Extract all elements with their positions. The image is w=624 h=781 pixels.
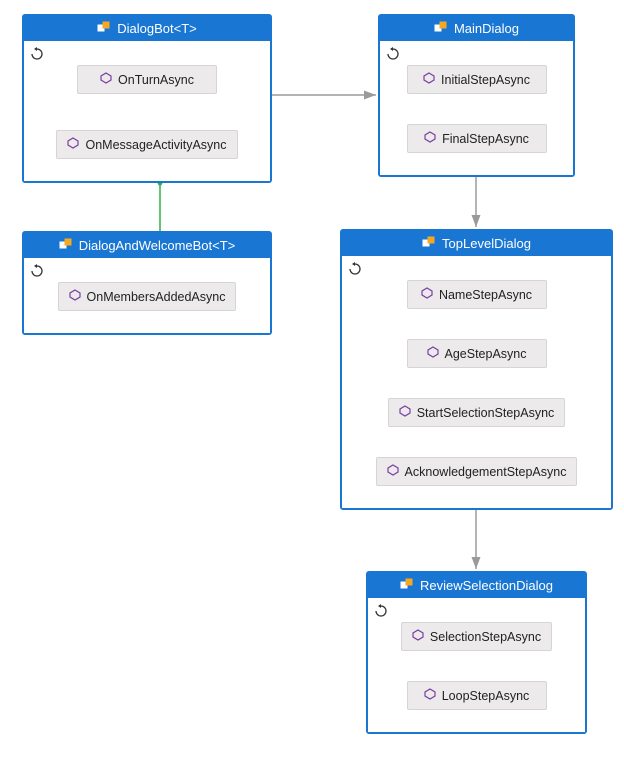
method-label: FinalStepAsync (442, 132, 529, 146)
node-header: TopLevelDialog (342, 231, 611, 256)
node-main-dialog[interactable]: MainDialog InitialStepAsync FinalStepAsy… (378, 14, 575, 177)
class-icon (434, 20, 448, 37)
node-header: MainDialog (380, 16, 573, 41)
method-item[interactable]: LoopStepAsync (407, 681, 547, 710)
node-review-selection-dialog[interactable]: ReviewSelectionDialog SelectionStepAsync… (366, 571, 587, 734)
node-body: InitialStepAsync FinalStepAsync (380, 41, 573, 175)
node-title: ReviewSelectionDialog (420, 578, 553, 593)
method-icon (427, 346, 439, 361)
method-label: LoopStepAsync (442, 689, 530, 703)
refresh-icon (30, 264, 44, 281)
class-icon (97, 20, 111, 37)
method-label: OnMembersAddedAsync (87, 290, 226, 304)
method-item[interactable]: StartSelectionStepAsync (388, 398, 566, 427)
method-item[interactable]: FinalStepAsync (407, 124, 547, 153)
method-label: NameStepAsync (439, 288, 532, 302)
method-label: InitialStepAsync (441, 73, 530, 87)
refresh-icon (386, 47, 400, 64)
node-title: DialogAndWelcomeBot<T> (79, 238, 236, 253)
method-item[interactable]: SelectionStepAsync (401, 622, 552, 651)
method-icon (424, 131, 436, 146)
method-icon (399, 405, 411, 420)
method-icon (69, 289, 81, 304)
class-icon (422, 235, 436, 252)
node-header: DialogBot<T> (24, 16, 270, 41)
node-body: OnMembersAddedAsync (24, 258, 270, 333)
method-icon (423, 72, 435, 87)
method-item[interactable]: AgeStepAsync (407, 339, 547, 368)
node-body: OnTurnAsync OnMessageActivityAsync (24, 41, 270, 181)
method-icon (387, 464, 399, 479)
method-icon (424, 688, 436, 703)
node-title: TopLevelDialog (442, 236, 531, 251)
method-item[interactable]: OnMessageActivityAsync (56, 130, 237, 159)
method-label: SelectionStepAsync (430, 630, 541, 644)
node-title: MainDialog (454, 21, 519, 36)
refresh-icon (348, 262, 362, 279)
method-item[interactable]: NameStepAsync (407, 280, 547, 309)
node-title: DialogBot<T> (117, 21, 197, 36)
class-icon (59, 237, 73, 254)
method-item[interactable]: OnMembersAddedAsync (58, 282, 237, 311)
method-item[interactable]: AcknowledgementStepAsync (376, 457, 578, 486)
method-icon (67, 137, 79, 152)
node-top-level-dialog[interactable]: TopLevelDialog NameStepAsync AgeStepAsyn… (340, 229, 613, 510)
node-header: DialogAndWelcomeBot<T> (24, 233, 270, 258)
node-dialog-bot[interactable]: DialogBot<T> OnTurnAsync OnMessageActivi… (22, 14, 272, 183)
method-item[interactable]: OnTurnAsync (77, 65, 217, 94)
node-body: NameStepAsync AgeStepAsync StartSelectio… (342, 256, 611, 508)
method-label: OnTurnAsync (118, 73, 194, 87)
method-icon (412, 629, 424, 644)
refresh-icon (30, 47, 44, 64)
class-icon (400, 577, 414, 594)
node-body: SelectionStepAsync LoopStepAsync (368, 598, 585, 732)
method-label: AcknowledgementStepAsync (405, 465, 567, 479)
method-icon (100, 72, 112, 87)
method-label: StartSelectionStepAsync (417, 406, 555, 420)
method-label: OnMessageActivityAsync (85, 138, 226, 152)
method-label: AgeStepAsync (445, 347, 527, 361)
method-icon (421, 287, 433, 302)
refresh-icon (374, 604, 388, 621)
method-item[interactable]: InitialStepAsync (407, 65, 547, 94)
diagram-canvas: DialogBot<T> OnTurnAsync OnMessageActivi… (0, 0, 624, 781)
node-dialog-and-welcome-bot[interactable]: DialogAndWelcomeBot<T> OnMembersAddedAsy… (22, 231, 272, 335)
node-header: ReviewSelectionDialog (368, 573, 585, 598)
